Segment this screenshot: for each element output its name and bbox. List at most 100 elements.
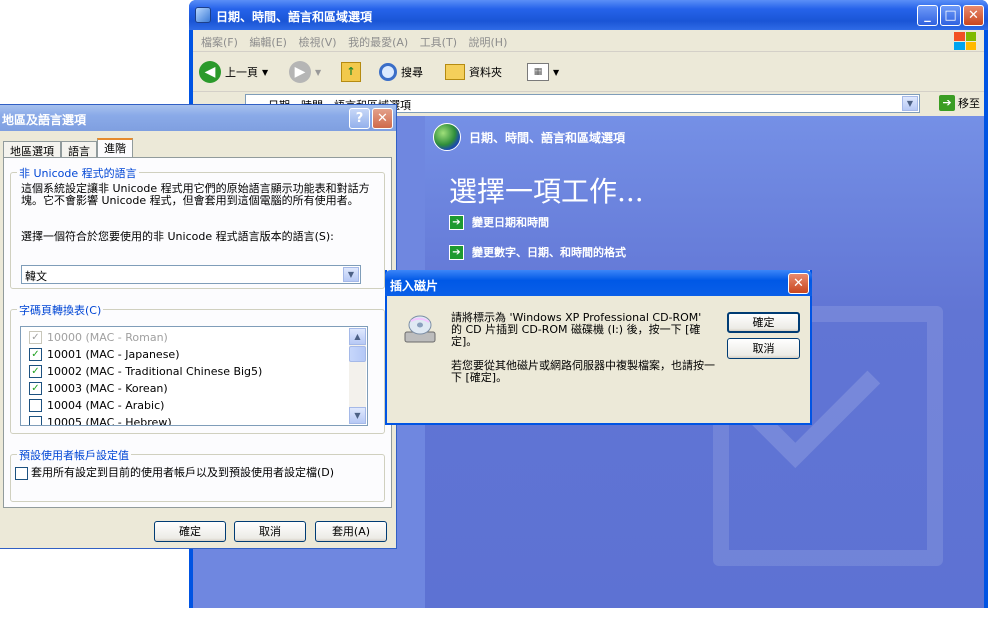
forward-arrow-icon: ▶	[289, 61, 311, 83]
ok-button[interactable]: 確定	[154, 521, 226, 542]
task-change-formats[interactable]: ➔ 變更數字、日期、和時間的格式	[449, 244, 626, 260]
scroll-down-icon[interactable]: ▼	[349, 407, 366, 424]
list-item[interactable]: ✓ 10002 (MAC - Traditional Chinese Big5)	[29, 363, 262, 379]
tab-advanced[interactable]: 進階	[97, 138, 133, 158]
menu-edit[interactable]: 編輯(E)	[249, 34, 287, 50]
insert-disk-close-button[interactable]: ✕	[788, 273, 809, 294]
views-dropdown-icon: ▼	[553, 67, 560, 77]
task-arrow-icon: ➔	[449, 214, 464, 230]
checkbox-checked-icon[interactable]: ✓	[29, 330, 42, 344]
back-label: 上一頁	[225, 66, 258, 79]
list-item[interactable]: 10005 (MAC - Hebrew)	[29, 414, 172, 425]
folder-up-icon: ↑	[341, 62, 361, 82]
list-item[interactable]: ✓ 10001 (MAC - Japanese)	[29, 346, 179, 362]
checkbox-unchecked-icon[interactable]	[29, 415, 42, 425]
regional-dialog-titlebar[interactable]: 地區及語言選項 ? ✕	[0, 105, 396, 131]
list-item-label: 10004 (MAC - Arabic)	[47, 398, 165, 412]
codepage-scrollbar[interactable]: ▲ ▼	[349, 328, 366, 424]
forward-dropdown-icon[interactable]: ▼	[315, 68, 321, 77]
default-account-group: 預設使用者帳戶設定值 套用所有設定到目前的使用者帳戶以及到預設使用者設定檔(D)	[10, 447, 385, 502]
default-account-checkbox-label[interactable]: 套用所有設定到目前的使用者帳戶以及到預設使用者設定檔(D)	[31, 467, 371, 479]
tab-strip: 地區選項 語言 進階	[3, 138, 133, 158]
menu-view[interactable]: 檢視(V)	[298, 34, 336, 50]
category-header: 日期、時間、語言和區域選項	[433, 122, 625, 152]
menu-bar: 檔案(F) 編輯(E) 檢視(V) 我的最愛(A) 工具(T) 說明(H)	[193, 30, 984, 52]
list-item[interactable]: ✓ 10003 (MAC - Korean)	[29, 380, 168, 396]
non-unicode-prompt: 選擇一個符合於您要使用的非 Unicode 程式語言版本的語言(S):	[21, 230, 334, 243]
apply-button[interactable]: 套用(A)	[315, 521, 387, 542]
regional-dialog-title: 地區及語言選項	[2, 113, 87, 127]
close-button[interactable]: ✕	[963, 5, 984, 26]
task-label: 變更數字、日期、和時間的格式	[472, 246, 626, 259]
control-panel-icon	[195, 7, 211, 23]
go-arrow-icon: ➔	[939, 95, 955, 111]
non-unicode-legend: 非 Unicode 程式的語言	[17, 165, 139, 181]
selected-language: 韓文	[25, 270, 47, 283]
checkbox-checked-icon[interactable]: ✓	[29, 347, 42, 361]
checkbox-unchecked-icon[interactable]	[15, 467, 28, 480]
search-label: 搜尋	[401, 66, 423, 79]
search-icon	[379, 63, 397, 81]
codepage-group: 字碼頁轉換表(C) ✓ 10000 (MAC - Roman) ✓ 10001 …	[10, 302, 385, 434]
regional-close-button[interactable]: ✕	[372, 108, 393, 129]
search-button[interactable]: 搜尋	[379, 60, 423, 84]
task-arrow-icon: ➔	[449, 244, 464, 260]
codepage-list[interactable]: ✓ 10000 (MAC - Roman) ✓ 10001 (MAC - Jap…	[20, 326, 368, 426]
views-icon: ▦	[527, 63, 549, 81]
insert-disk-titlebar[interactable]: 插入磁片 ✕	[385, 270, 812, 296]
insert-disk-title: 插入磁片	[390, 279, 439, 293]
insert-disk-dialog: 插入磁片 ✕ 請將標示為 'Windows XP Professional CD…	[385, 270, 812, 425]
maximize-button[interactable]: □	[940, 5, 961, 26]
non-unicode-language-select[interactable]: 韓文 ▼	[21, 265, 361, 284]
task-change-date-time[interactable]: ➔ 變更日期和時間	[449, 214, 549, 230]
default-account-legend: 預設使用者帳戶設定值	[17, 447, 131, 463]
go-button[interactable]: ➔ 移至	[939, 95, 980, 111]
back-button[interactable]: ◀ 上一頁 ▼	[199, 60, 268, 84]
checkbox-unchecked-icon[interactable]	[29, 398, 42, 412]
folders-label: 資料夾	[469, 66, 502, 79]
back-arrow-icon: ◀	[199, 61, 221, 83]
folder-icon	[445, 64, 465, 80]
go-label: 移至	[958, 97, 980, 110]
chevron-down-icon[interactable]: ▼	[343, 267, 359, 282]
regional-options-dialog: 地區及語言選項 ? ✕ 地區選項 語言 進階 非 Unicode 程式的語言 這…	[0, 104, 397, 549]
menu-favorites[interactable]: 我的最愛(A)	[348, 34, 408, 50]
views-button[interactable]: ▦ ▼	[527, 60, 559, 84]
address-dropdown-icon[interactable]: ▼	[902, 96, 918, 111]
advanced-tab-panel: 非 Unicode 程式的語言 這個系統設定讓非 Unicode 程式用它們的原…	[3, 157, 392, 508]
checkbox-checked-icon[interactable]: ✓	[29, 381, 42, 395]
list-item[interactable]: 10004 (MAC - Arabic)	[29, 397, 164, 413]
menu-help[interactable]: 說明(H)	[469, 34, 508, 50]
list-item-label: 10000 (MAC - Roman)	[47, 330, 168, 344]
scroll-up-icon[interactable]: ▲	[349, 328, 366, 345]
insert-disk-ok-button[interactable]: 確定	[727, 312, 800, 333]
forward-button[interactable]: ▶ ▼	[289, 60, 321, 84]
list-item[interactable]: ✓ 10000 (MAC - Roman)	[29, 329, 168, 345]
folders-button[interactable]: 資料夾	[445, 60, 502, 84]
list-item-label: 10003 (MAC - Korean)	[47, 381, 168, 395]
codepage-legend: 字碼頁轉換表(C)	[17, 302, 104, 318]
control-panel-title: 日期、時間、語言和區域選項	[216, 10, 373, 24]
scroll-thumb[interactable]	[349, 346, 366, 362]
minimize-button[interactable]: _	[917, 5, 938, 26]
tab-regional-options[interactable]: 地區選項	[3, 141, 61, 158]
back-dropdown-icon[interactable]: ▼	[262, 68, 268, 77]
cancel-button[interactable]: 取消	[234, 521, 306, 542]
category-title: 日期、時間、語言和區域選項	[469, 130, 626, 145]
task-label: 變更日期和時間	[472, 216, 549, 229]
up-button[interactable]: ↑	[341, 60, 361, 84]
checkbox-checked-icon[interactable]: ✓	[29, 364, 42, 378]
tab-languages[interactable]: 語言	[61, 141, 97, 158]
list-item-label: 10002 (MAC - Traditional Chinese Big5)	[47, 364, 263, 378]
cd-drive-icon	[404, 315, 436, 343]
control-panel-titlebar[interactable]: 日期、時間、語言和區域選項 _ □ ✕	[189, 0, 988, 30]
insert-disk-cancel-button[interactable]: 取消	[727, 338, 800, 359]
windows-flag-icon	[954, 32, 976, 50]
globe-icon	[433, 123, 461, 151]
menu-tools[interactable]: 工具(T)	[420, 34, 457, 50]
menu-file[interactable]: 檔案(F)	[201, 34, 238, 50]
insert-disk-secondary-message: 若您要從其他磁片或網路伺服器中複製檔案，也請按一下 [確定]。	[451, 359, 715, 384]
non-unicode-group: 非 Unicode 程式的語言 這個系統設定讓非 Unicode 程式用它們的原…	[10, 165, 385, 289]
help-button[interactable]: ?	[349, 108, 370, 129]
insert-disk-message: 請將標示為 'Windows XP Professional CD-ROM' 的…	[451, 311, 702, 348]
